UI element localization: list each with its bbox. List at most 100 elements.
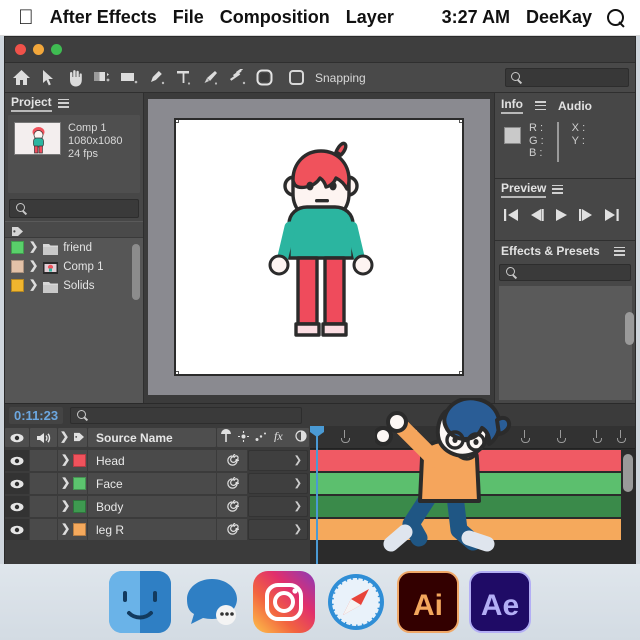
chevron-right-icon[interactable]: ❯	[29, 280, 38, 291]
layer-parent-pick-whip[interactable]	[217, 496, 247, 517]
selection-arrow-icon[interactable]	[38, 67, 59, 88]
chevron-right-icon[interactable]: ❯	[61, 455, 70, 466]
panel-menu-icon[interactable]	[535, 101, 546, 110]
menu-item-composition[interactable]: Composition	[220, 7, 330, 28]
chevron-right-icon[interactable]: ❯	[29, 242, 38, 253]
item-color-swatch[interactable]	[11, 241, 24, 254]
layer-label-cell[interactable]: ❯	[58, 473, 87, 494]
effects-list-scrollbar[interactable]	[625, 312, 634, 345]
chevron-right-icon[interactable]: ❯	[29, 261, 38, 272]
panel-menu-icon[interactable]	[552, 184, 564, 194]
text-icon[interactable]	[173, 67, 194, 88]
column-header-source-name[interactable]: Source Name	[88, 428, 216, 447]
layer-parent-dropdown[interactable]: ❯	[248, 496, 308, 517]
home-icon[interactable]	[11, 67, 32, 88]
minimize-button[interactable]	[33, 44, 44, 55]
zoom-button[interactable]	[51, 44, 62, 55]
table-row[interactable]: ❯ Face ❯	[5, 472, 310, 495]
layer-color-swatch[interactable]	[73, 523, 87, 536]
panel-menu-icon[interactable]	[614, 246, 625, 256]
toolbar-search-input[interactable]	[505, 68, 629, 87]
project-list-scrollbar[interactable]	[132, 244, 140, 300]
layer-parent-dropdown[interactable]: ❯	[248, 473, 308, 494]
menu-item-file[interactable]: File	[173, 7, 204, 28]
layer-parent-pick-whip[interactable]	[217, 473, 247, 494]
region-of-interest-icon[interactable]	[119, 67, 140, 88]
layer-label-cell[interactable]: ❯	[58, 450, 87, 471]
shy-icon[interactable]	[220, 428, 232, 447]
layer-audio-toggle[interactable]	[30, 496, 57, 517]
layer-name[interactable]: leg R	[88, 519, 216, 540]
menubar-user[interactable]: DeeKay	[526, 7, 592, 28]
shape-icon[interactable]	[254, 67, 275, 88]
layer-color-swatch[interactable]	[73, 477, 87, 490]
quality-icon[interactable]	[255, 429, 268, 447]
project-panel-header[interactable]: Project	[5, 93, 143, 113]
layer-parent-dropdown[interactable]: ❯	[248, 519, 308, 540]
menu-item-layer[interactable]: Layer	[346, 7, 394, 28]
layer-visibility-toggle[interactable]	[5, 496, 29, 517]
layer-label-cell[interactable]: ❯	[58, 519, 87, 540]
layer-name[interactable]: Face	[88, 473, 216, 494]
apple-logo-icon[interactable]: 	[18, 7, 34, 28]
list-item[interactable]: ❯ friend	[5, 238, 143, 257]
snapping-checkbox[interactable]	[289, 70, 304, 85]
last-frame-icon[interactable]	[603, 208, 620, 222]
timeline-search-input[interactable]	[70, 406, 303, 424]
tab-info[interactable]: Info	[501, 97, 523, 114]
transform-handle[interactable]	[459, 120, 462, 123]
composition-canvas[interactable]	[174, 118, 464, 376]
layer-name[interactable]: Body	[88, 496, 216, 517]
play-icon[interactable]	[553, 208, 570, 222]
motion-blur-icon[interactable]	[294, 429, 307, 447]
layer-visibility-toggle[interactable]	[5, 450, 29, 471]
first-frame-icon[interactable]	[503, 208, 520, 222]
layer-label-cell[interactable]: ❯	[58, 496, 87, 517]
clone-stamp-icon[interactable]	[227, 67, 248, 88]
transform-handle[interactable]	[176, 371, 179, 374]
list-item[interactable]: ❯ Comp 1	[5, 257, 143, 276]
layer-name[interactable]: Head	[88, 450, 216, 471]
rotation-icon[interactable]	[92, 67, 113, 88]
layer-audio-toggle[interactable]	[30, 519, 57, 540]
table-row[interactable]: ❯ Head ❯	[5, 449, 310, 472]
comp-info-block[interactable]: Comp 1 1080x1080 24 fps	[8, 115, 140, 193]
list-item[interactable]: ❯ Solids	[5, 276, 143, 295]
close-button[interactable]	[15, 44, 26, 55]
layer-color-swatch[interactable]	[73, 500, 87, 513]
effects-fx-icon[interactable]: fx	[274, 429, 289, 447]
finder-icon[interactable]	[109, 571, 171, 633]
transform-handle[interactable]	[176, 120, 179, 123]
playhead[interactable]	[316, 426, 318, 565]
brush-icon[interactable]	[200, 67, 221, 88]
after-effects-icon[interactable]: Ae	[469, 571, 531, 633]
current-timecode[interactable]: 0:11:23	[9, 406, 64, 424]
table-row[interactable]: ❯ leg R ❯	[5, 518, 310, 541]
composition-stage[interactable]	[148, 99, 490, 395]
next-frame-icon[interactable]	[578, 208, 595, 222]
chevron-right-icon[interactable]: ❯	[61, 524, 70, 535]
menu-item-after-effects[interactable]: After Effects	[50, 7, 157, 28]
transform-handle[interactable]	[459, 371, 462, 374]
chevron-right-icon[interactable]: ❯	[61, 501, 70, 512]
item-color-swatch[interactable]	[11, 260, 24, 273]
collapse-transformations-icon[interactable]	[237, 429, 249, 447]
tag-icon[interactable]	[11, 224, 24, 236]
hand-icon[interactable]	[65, 67, 86, 88]
layer-visibility-toggle[interactable]	[5, 519, 29, 540]
effects-list[interactable]	[499, 286, 634, 400]
project-search-input[interactable]	[9, 199, 139, 218]
layer-color-swatch[interactable]	[73, 454, 87, 467]
safari-icon[interactable]	[325, 571, 387, 633]
effects-search-input[interactable]	[499, 264, 631, 281]
chevron-right-icon[interactable]: ❯	[61, 478, 70, 489]
layer-audio-toggle[interactable]	[30, 450, 57, 471]
messages-icon[interactable]	[181, 571, 243, 633]
timeline-scrollbar[interactable]	[623, 454, 633, 492]
instagram-icon[interactable]	[253, 571, 315, 633]
pen-icon[interactable]	[146, 67, 167, 88]
illustrator-icon[interactable]: Ai	[397, 571, 459, 633]
table-row[interactable]: ❯ Body ❯	[5, 495, 310, 518]
search-icon[interactable]	[606, 8, 626, 28]
chevron-right-icon[interactable]: ❯	[60, 432, 69, 443]
